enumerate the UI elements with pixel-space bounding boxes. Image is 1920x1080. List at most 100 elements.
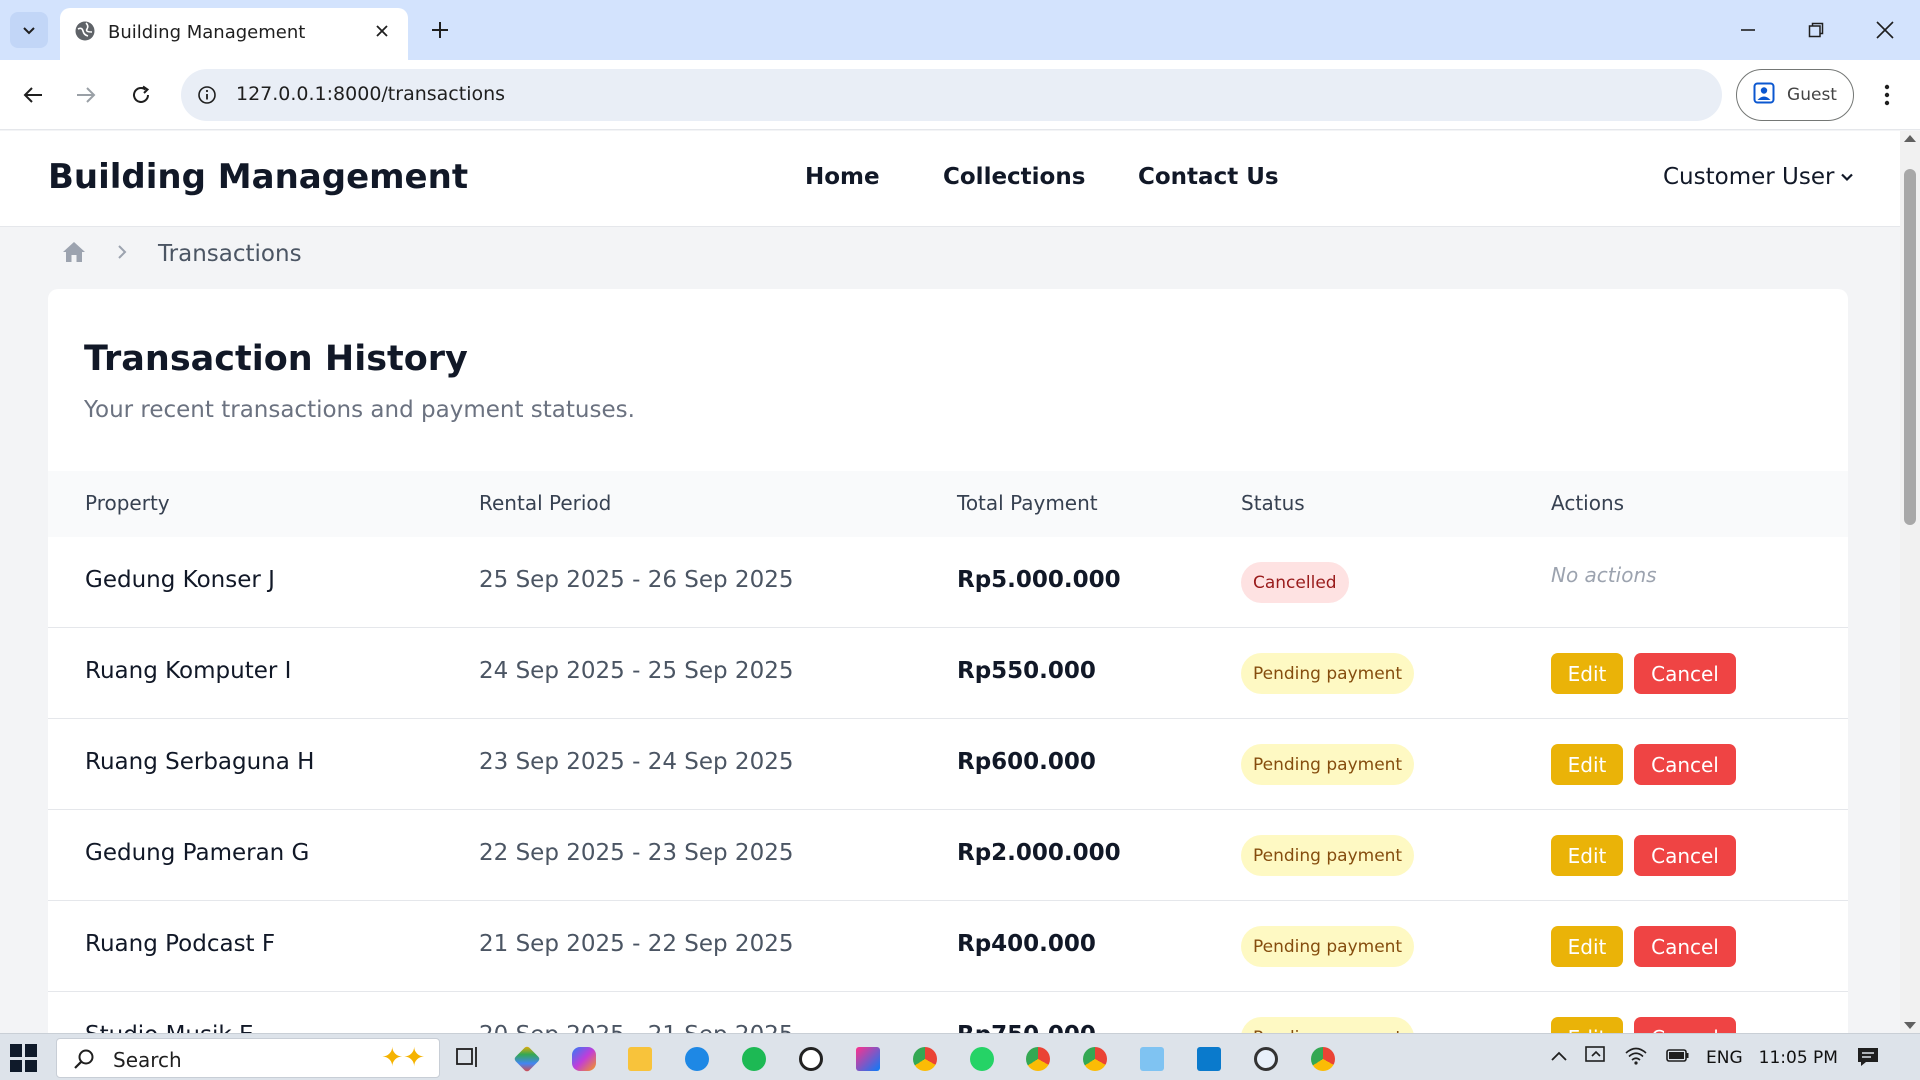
tab-title: Building Management [108, 22, 306, 43]
nav-link-home[interactable]: Home [805, 164, 880, 190]
cancel-button[interactable]: Cancel [1634, 835, 1736, 876]
edit-button[interactable]: Edit [1551, 835, 1623, 876]
address-bar[interactable]: 127.0.0.1:8000/transactions [181, 69, 1722, 121]
total-payment: Rp2.000.000 [957, 840, 1121, 866]
gemini-app-icon[interactable] [508, 1040, 546, 1078]
tab-search-chevron-icon[interactable] [10, 12, 48, 48]
close-tab-icon[interactable] [368, 17, 396, 45]
windows-taskbar: Search ✦✦ ENG 11:05 PM [0, 1033, 1920, 1080]
search-icon [73, 1048, 95, 1074]
status-badge: Pending payment [1241, 744, 1415, 785]
spotify-icon[interactable] [735, 1040, 773, 1078]
edit-button[interactable]: Edit [1551, 1017, 1623, 1033]
table-row: Ruang Podcast F 21 Sep 2025 - 22 Sep 202… [48, 901, 1848, 992]
nav-link-collections[interactable]: Collections [943, 164, 1085, 190]
forward-arrow-icon[interactable] [66, 75, 106, 115]
user-menu-label: Customer User [1663, 164, 1835, 190]
copilot-app-icon[interactable] [565, 1040, 603, 1078]
table-row: Gedung Pameran G 22 Sep 2025 - 23 Sep 20… [48, 810, 1848, 901]
site-info-icon[interactable] [193, 81, 221, 109]
status-badge: Pending payment [1241, 653, 1415, 694]
chrome-profile-icon[interactable] [1019, 1040, 1057, 1078]
profile-label: Guest [1787, 85, 1837, 105]
table-row: Ruang Komputer I 24 Sep 2025 - 25 Sep 20… [48, 628, 1848, 719]
cancel-button[interactable]: Cancel [1634, 1017, 1736, 1033]
back-arrow-icon[interactable] [13, 75, 53, 115]
status-badge: Pending payment [1241, 1017, 1415, 1033]
total-payment: Rp5.000.000 [957, 567, 1121, 593]
page-scrollbar[interactable] [1900, 131, 1920, 1033]
task-view-icon[interactable] [455, 1044, 481, 1074]
scrollbar-thumb[interactable] [1904, 169, 1916, 525]
panda-app-icon[interactable] [1247, 1040, 1285, 1078]
language-indicator[interactable]: ENG [1706, 1048, 1743, 1068]
column-header-rental-period: Rental Period [479, 491, 612, 515]
notepad-icon[interactable] [1133, 1040, 1171, 1078]
user-menu-dropdown[interactable]: Customer User [1663, 164, 1854, 190]
site-brand[interactable]: Building Management [48, 157, 468, 197]
url-text[interactable]: 127.0.0.1:8000/transactions [236, 83, 505, 105]
chevron-right-icon [116, 244, 128, 264]
rental-period: 20 Sep 2025 - 21 Sep 2025 [479, 1022, 793, 1033]
edit-button[interactable]: Edit [1551, 926, 1623, 967]
property-name: Ruang Serbaguna H [85, 749, 315, 775]
rental-period: 21 Sep 2025 - 22 Sep 2025 [479, 931, 794, 957]
whatsapp-icon[interactable] [963, 1040, 1001, 1078]
minimize-window-icon[interactable] [1728, 10, 1768, 50]
cancel-button[interactable]: Cancel [1634, 653, 1736, 694]
site-navbar: Building Management Home Collections Con… [0, 131, 1900, 227]
restore-window-icon[interactable] [1796, 10, 1836, 50]
property-name: Gedung Pameran G [85, 840, 310, 866]
scroll-down-arrow-icon[interactable] [1904, 1022, 1916, 1029]
table-row: Gedung Konser J 25 Sep 2025 - 26 Sep 202… [48, 537, 1848, 628]
scroll-up-arrow-icon[interactable] [1904, 135, 1916, 142]
table-row: Ruang Serbaguna H 23 Sep 2025 - 24 Sep 2… [48, 719, 1848, 810]
chrome-icon[interactable] [906, 1040, 944, 1078]
new-tab-plus-icon[interactable] [422, 12, 458, 48]
browser-tab-bar: Building Management [0, 0, 1920, 60]
browser-toolbar: 127.0.0.1:8000/transactions Guest [0, 60, 1920, 130]
system-tray: ENG 11:05 PM [1550, 1034, 1838, 1080]
clock-time[interactable]: 11:05 PM [1759, 1048, 1838, 1068]
mail-app-icon[interactable] [678, 1040, 716, 1078]
taskbar-search-box[interactable]: Search ✦✦ [56, 1038, 440, 1078]
device-sync-icon[interactable] [1584, 1044, 1608, 1071]
column-header-actions: Actions [1551, 491, 1625, 515]
property-name: Gedung Konser J [85, 567, 275, 593]
close-window-icon[interactable] [1865, 10, 1905, 50]
windows-start-icon[interactable] [10, 1044, 38, 1072]
notification-center-icon[interactable] [1856, 1045, 1880, 1073]
home-icon[interactable] [62, 241, 86, 267]
panda-app-icon[interactable] [792, 1040, 830, 1078]
cancel-button[interactable]: Cancel [1634, 926, 1736, 967]
total-payment: Rp550.000 [957, 658, 1096, 684]
edit-button[interactable]: Edit [1551, 744, 1623, 785]
reload-icon[interactable] [121, 75, 161, 115]
chrome-icon[interactable] [1304, 1040, 1342, 1078]
active-browser-tab[interactable]: Building Management [60, 8, 408, 60]
file-explorer-icon[interactable] [621, 1040, 659, 1078]
nav-link-contact-us[interactable]: Contact Us [1138, 164, 1279, 190]
column-header-property: Property [85, 491, 170, 515]
breadcrumb: Transactions [62, 231, 302, 277]
total-payment: Rp750.000 [957, 1022, 1096, 1033]
status-badge: Pending payment [1241, 835, 1415, 876]
vscode-icon[interactable] [1190, 1040, 1228, 1078]
rental-period: 25 Sep 2025 - 26 Sep 2025 [479, 567, 794, 593]
column-header-total-payment: Total Payment [957, 491, 1098, 515]
column-header-status: Status [1241, 491, 1305, 515]
search-placeholder: Search [113, 1048, 182, 1072]
cancel-button[interactable]: Cancel [1634, 744, 1736, 785]
rental-period: 23 Sep 2025 - 24 Sep 2025 [479, 749, 794, 775]
wifi-icon[interactable] [1624, 1045, 1648, 1070]
kebab-menu-icon[interactable] [1870, 75, 1904, 115]
edit-button[interactable]: Edit [1551, 653, 1623, 694]
rental-period: 24 Sep 2025 - 25 Sep 2025 [479, 658, 794, 684]
chevron-up-icon[interactable] [1550, 1048, 1568, 1068]
no-actions-text: No actions [1551, 563, 1657, 587]
battery-icon[interactable] [1664, 1046, 1690, 1069]
profile-button[interactable]: Guest [1736, 69, 1854, 121]
chrome-profile-icon[interactable] [1076, 1040, 1114, 1078]
table-row: Studio Musik E 20 Sep 2025 - 21 Sep 2025… [48, 992, 1848, 1033]
jetbrains-ide-icon[interactable] [849, 1040, 887, 1078]
